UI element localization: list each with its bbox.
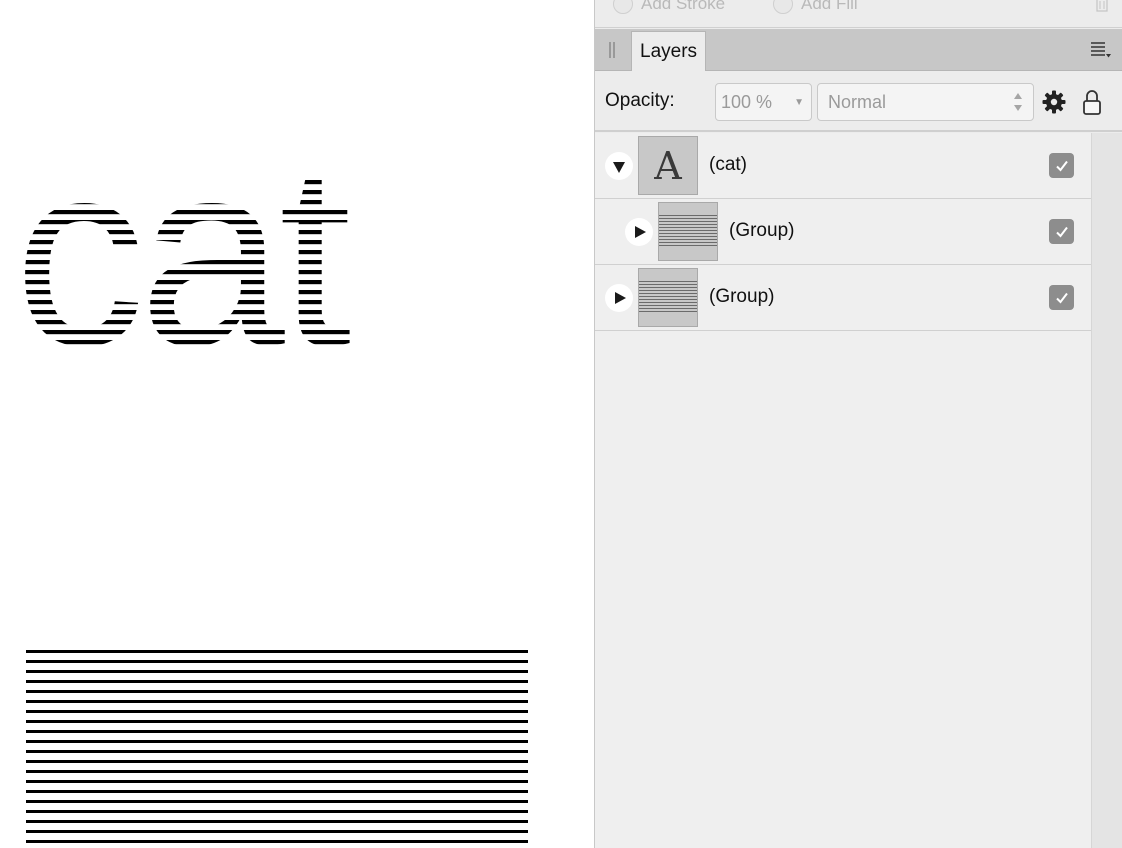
opacity-label: Opacity: — [605, 90, 675, 111]
layer-thumbnail — [638, 268, 698, 327]
layer-list-scrollbar[interactable] — [1091, 133, 1122, 848]
stripe-line — [26, 660, 528, 663]
layer-list: A (cat) (Group) (Group) — [595, 133, 1091, 848]
layer-row-group[interactable]: (Group) — [595, 265, 1091, 331]
stripe-line — [26, 730, 528, 733]
checkmark-icon — [1055, 160, 1068, 172]
stripe-line — [26, 820, 528, 823]
opacity-row: Opacity: 100 % ▼ Normal — [595, 72, 1122, 132]
stripe-line — [26, 720, 528, 723]
add-fill-button[interactable]: Add Fill — [773, 0, 858, 14]
stripe-line — [26, 770, 528, 773]
stripe-line — [26, 800, 528, 803]
layer-row-cat[interactable]: A (cat) — [595, 133, 1091, 199]
opacity-dropdown[interactable]: 100 % ▼ — [715, 83, 812, 121]
stripe-line — [26, 750, 528, 753]
visibility-checkbox[interactable] — [1049, 153, 1074, 178]
stripe-line — [26, 780, 528, 783]
layer-name: (Group) — [729, 220, 795, 241]
blend-mode-dropdown[interactable]: Normal — [817, 83, 1034, 121]
opacity-value: 100 % — [721, 91, 773, 112]
expand-triangle-icon[interactable] — [625, 218, 653, 246]
stripe-lines — [26, 650, 528, 843]
checkmark-icon — [1055, 292, 1068, 304]
stroke-circle-icon — [613, 0, 633, 14]
add-fill-label: Add Fill — [801, 0, 858, 13]
tab-layers-label: Layers — [640, 40, 698, 62]
stripe-line — [26, 710, 528, 713]
text-layer-icon: A — [654, 143, 682, 188]
tab-layers[interactable]: Layers — [631, 31, 707, 71]
stepper-arrows-icon — [1014, 93, 1022, 111]
layers-panel: Add Stroke Add Fill Layers Opacity: 100 … — [594, 0, 1122, 848]
gear-icon[interactable] — [1042, 90, 1066, 114]
stripe-line — [26, 810, 528, 813]
striped-thumbnail-icon — [659, 215, 717, 248]
stripe-line — [26, 650, 528, 653]
cat-text: cat — [14, 120, 352, 360]
stripe-line — [26, 840, 528, 843]
striped-thumbnail-icon — [639, 281, 697, 314]
layer-thumbnail: A — [638, 136, 698, 195]
stroke-fill-toolbar: Add Stroke Add Fill — [595, 0, 1122, 28]
stripe-line — [26, 790, 528, 793]
stripe-line — [26, 760, 528, 763]
grip-icon[interactable] — [608, 41, 616, 59]
add-stroke-label: Add Stroke — [641, 0, 726, 13]
stripe-line — [26, 830, 528, 833]
layer-name: (cat) — [709, 154, 747, 175]
cat-text-artwork[interactable]: cat — [0, 120, 420, 360]
trash-icon[interactable] — [1095, 0, 1109, 12]
striped-rectangle-artwork[interactable] — [26, 646, 528, 848]
document-canvas[interactable]: cat — [0, 0, 594, 848]
visibility-checkbox[interactable] — [1049, 219, 1074, 244]
layer-name: (Group) — [709, 286, 775, 307]
expand-triangle-icon[interactable] — [605, 284, 633, 312]
visibility-checkbox[interactable] — [1049, 285, 1074, 310]
blend-mode-value: Normal — [828, 91, 887, 112]
panel-tab-bar: Layers — [595, 29, 1122, 71]
layer-thumbnail — [658, 202, 718, 261]
fill-circle-icon — [773, 0, 793, 14]
stripe-line — [26, 690, 528, 693]
collapse-triangle-icon[interactable] — [605, 152, 633, 180]
stripe-line — [26, 680, 528, 683]
add-stroke-button[interactable]: Add Stroke — [613, 0, 725, 14]
panel-menu-icon[interactable] — [1089, 39, 1111, 59]
lock-icon[interactable] — [1082, 88, 1102, 116]
layer-row-group[interactable]: (Group) — [595, 199, 1091, 265]
stripe-line — [26, 670, 528, 673]
stripe-line — [26, 700, 528, 703]
chevron-down-icon: ▼ — [794, 97, 804, 108]
stripe-line — [26, 740, 528, 743]
checkmark-icon — [1055, 226, 1068, 238]
